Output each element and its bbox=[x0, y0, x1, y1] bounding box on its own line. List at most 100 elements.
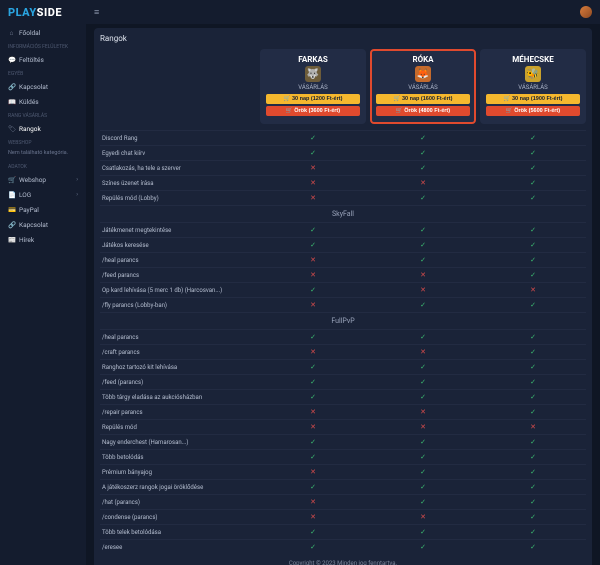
row-label: /fly parancs (Lobby-ban) bbox=[100, 302, 256, 309]
nav-kapcsolat-label: Kapcsolat bbox=[19, 83, 48, 91]
table-row: /feed (parancs)✓✓✓ bbox=[100, 374, 586, 389]
check-icon: ✓ bbox=[480, 498, 586, 506]
check-icon: ✓ bbox=[260, 241, 366, 249]
row-label: Színes üzenet írása bbox=[100, 180, 256, 187]
table-row: Op kard lehívása (5 merc 1 db) (Harcosva… bbox=[100, 282, 586, 297]
table-row: Csatlakozás, ha tele a szerver✕✓✓ bbox=[100, 160, 586, 175]
nav-rangok[interactable]: 🏷 Rangok bbox=[0, 121, 86, 136]
buy-30-button[interactable]: 🛒 30 nap (1600 Ft-ért) bbox=[376, 94, 470, 104]
x-icon: ✕ bbox=[370, 408, 476, 416]
nav-hirek-icon: 📰 bbox=[8, 236, 15, 244]
row-label: Csatlakozás, ha tele a szerver bbox=[100, 165, 256, 172]
buy-30-button[interactable]: 🛒 30 nap (1200 Ft-ért) bbox=[266, 94, 360, 104]
row-label: Op kard lehívása (5 merc 1 db) (Harcosva… bbox=[100, 287, 256, 294]
table-row: Repülés mód (Lobby)✕✓✓ bbox=[100, 190, 586, 205]
nav-home[interactable]: ⌂ Főoldal bbox=[0, 25, 86, 40]
x-icon: ✕ bbox=[480, 286, 586, 294]
check-icon: ✓ bbox=[480, 348, 586, 356]
row-label: Több telek betolódása bbox=[100, 529, 256, 536]
nav-webshop-label: Webshop bbox=[19, 176, 46, 184]
nav-webshop[interactable]: 🛒Webshop› bbox=[0, 172, 86, 187]
rank-sub: VÁSÁRLÁS bbox=[266, 84, 360, 91]
check-icon: ✓ bbox=[480, 408, 586, 416]
table-row: Több tárgy eladása az aukciósházban✓✓✓ bbox=[100, 389, 586, 404]
nav-rangok-label: Rangok bbox=[19, 125, 41, 133]
buy-perm-button[interactable]: 🛒 Örök (4800 Ft-ért) bbox=[376, 106, 470, 116]
nav-feltoltes-icon: 💬 bbox=[8, 56, 15, 64]
buy-perm-button[interactable]: 🛒 Örök (3600 Ft-ért) bbox=[266, 106, 360, 116]
check-icon: ✓ bbox=[370, 378, 476, 386]
table-row: Több telek betolódása✓✓✓ bbox=[100, 524, 586, 539]
check-icon: ✓ bbox=[480, 333, 586, 341]
nav-kapcsolat2[interactable]: 🔗Kapcsolat bbox=[0, 217, 86, 232]
check-icon: ✓ bbox=[370, 149, 476, 157]
check-icon: ✓ bbox=[480, 226, 586, 234]
check-icon: ✓ bbox=[480, 483, 586, 491]
check-icon: ✓ bbox=[260, 286, 366, 294]
nav-log[interactable]: 📄LOG› bbox=[0, 187, 86, 202]
check-icon: ✓ bbox=[370, 468, 476, 476]
row-label: /repair parancs bbox=[100, 409, 256, 416]
table-row: /hat (parancs)✕✓✓ bbox=[100, 494, 586, 509]
nav-paypal-label: PayPal bbox=[19, 206, 39, 214]
sidebar-section-label: WEBSHOP bbox=[0, 136, 86, 148]
x-icon: ✕ bbox=[260, 423, 366, 431]
sidebar-section-label: EGYÉB bbox=[0, 67, 86, 79]
row-label: Repülés mód bbox=[100, 424, 256, 431]
rank-icon: 🐝 bbox=[525, 66, 541, 82]
nav-paypal[interactable]: 💳 PayPal bbox=[0, 202, 86, 217]
check-icon: ✓ bbox=[370, 194, 476, 202]
sidebar-section-label: ADATOK bbox=[0, 160, 86, 172]
nav-log-icon: 📄 bbox=[8, 191, 15, 199]
row-label: Ranghoz tartozó kit lehívása bbox=[100, 364, 256, 371]
table-row: /heal parancs✕✓✓ bbox=[100, 252, 586, 267]
check-icon: ✓ bbox=[480, 271, 586, 279]
nav-feltoltes[interactable]: 💬Feltöltés bbox=[0, 52, 86, 67]
table-row: A játékoszerz rangok jogai öröklődése✓✓✓ bbox=[100, 479, 586, 494]
x-icon: ✕ bbox=[260, 513, 366, 521]
nav-paypal-icon: 💳 bbox=[8, 206, 15, 214]
table-row: Több betolódás✓✓✓ bbox=[100, 449, 586, 464]
chevron-right-icon: › bbox=[76, 191, 78, 198]
chevron-right-icon: › bbox=[76, 176, 78, 183]
x-icon: ✕ bbox=[370, 271, 476, 279]
table-row: /feed parancs✕✕✓ bbox=[100, 267, 586, 282]
rank-card-róka: RÓKA 🦊 VÁSÁRLÁS 🛒 30 nap (1600 Ft-ért) 🛒… bbox=[370, 49, 476, 124]
row-label: /heal parancs bbox=[100, 257, 256, 264]
check-icon: ✓ bbox=[370, 134, 476, 142]
table-row: /fly parancs (Lobby-ban)✕✓✓ bbox=[100, 297, 586, 312]
buy-perm-button[interactable]: 🛒 Örök (5600 Ft-ért) bbox=[486, 106, 580, 116]
logo-side: SIDE bbox=[37, 6, 62, 19]
check-icon: ✓ bbox=[260, 149, 366, 157]
x-icon: ✕ bbox=[480, 423, 586, 431]
table-section: SkyFall bbox=[100, 205, 586, 222]
home-icon: ⌂ bbox=[8, 29, 15, 37]
check-icon: ✓ bbox=[370, 241, 476, 249]
row-label: Egyedi chat kiírv bbox=[100, 150, 256, 157]
row-label: /hat (parancs) bbox=[100, 499, 256, 506]
buy-30-button[interactable]: 🛒 30 nap (1900 Ft-ért) bbox=[486, 94, 580, 104]
x-icon: ✕ bbox=[260, 194, 366, 202]
main: ≡ Rangok FARKAS 🐺 VÁSÁRLÁS 🛒 30 nap (120… bbox=[86, 0, 600, 565]
check-icon: ✓ bbox=[480, 194, 586, 202]
page-title: Rangok bbox=[100, 34, 586, 43]
avatar[interactable] bbox=[580, 6, 592, 18]
table-row: /heal parancs✓✓✓ bbox=[100, 329, 586, 344]
row-label: /eresee bbox=[100, 544, 256, 551]
x-icon: ✕ bbox=[370, 513, 476, 521]
nav-kuldes[interactable]: 📖Küldés bbox=[0, 94, 86, 109]
nav-kapcsolat[interactable]: 🔗Kapcsolat bbox=[0, 79, 86, 94]
menu-toggle-icon[interactable]: ≡ bbox=[94, 7, 99, 18]
x-icon: ✕ bbox=[260, 348, 366, 356]
check-icon: ✓ bbox=[480, 179, 586, 187]
nav-rangok-icon: 🏷 bbox=[8, 125, 15, 133]
row-label: Több betolódás bbox=[100, 454, 256, 461]
check-icon: ✓ bbox=[260, 483, 366, 491]
check-icon: ✓ bbox=[370, 453, 476, 461]
check-icon: ✓ bbox=[260, 134, 366, 142]
check-icon: ✓ bbox=[370, 498, 476, 506]
table-section: FullPvP bbox=[100, 312, 586, 329]
nav-hirek[interactable]: 📰Hírek bbox=[0, 232, 86, 247]
table-row: Nagy enderchest (Hamarosan...)✓✓✓ bbox=[100, 434, 586, 449]
x-icon: ✕ bbox=[260, 301, 366, 309]
